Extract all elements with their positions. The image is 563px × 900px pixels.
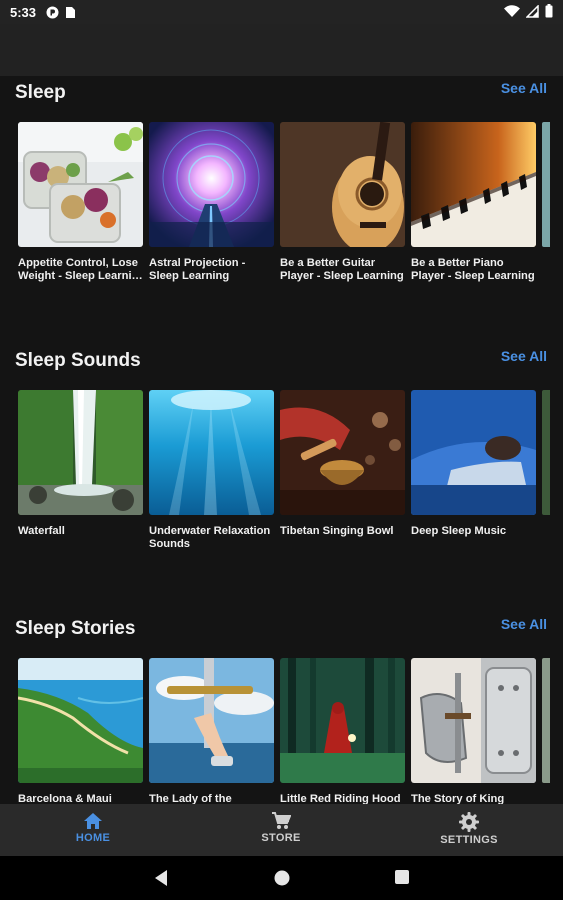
- pocket-casts-icon: [46, 6, 59, 18]
- battery-icon: [545, 4, 553, 18]
- nav-store-label: STORE: [261, 832, 301, 844]
- wifi-icon: [504, 4, 520, 17]
- sleeping-man-image: [411, 390, 536, 515]
- card-row: Appetite Control, Lose Weight - Sleep Le…: [18, 122, 563, 322]
- see-all-button[interactable]: See All: [501, 348, 547, 364]
- nav-home[interactable]: HOME: [38, 810, 148, 844]
- card-guitar[interactable]: Be a Better Guitar Player - Sleep Learni…: [280, 122, 405, 283]
- status-left-icons: [46, 6, 76, 19]
- see-all-button[interactable]: See All: [501, 80, 547, 96]
- peek-next-card: [542, 390, 550, 515]
- home-circle-icon[interactable]: [273, 869, 291, 887]
- sword-lake-image: [149, 658, 274, 783]
- card-caption: Appetite Control, Lose Weight - Sleep Le…: [18, 257, 143, 282]
- card-caption: The Story of King: [411, 793, 505, 804]
- salad-containers-image: [18, 122, 143, 247]
- card-caption: Deep Sleep Music: [411, 525, 507, 537]
- recents-icon[interactable]: [394, 869, 410, 885]
- astral-tunnel-image: [149, 122, 274, 247]
- card-underwater[interactable]: Underwater Relaxation Sounds: [149, 390, 274, 551]
- card-row: Barcelona & Maui The Lady of the Little …: [18, 658, 563, 804]
- see-all-button[interactable]: See All: [501, 616, 547, 632]
- singing-bowl-image: [280, 390, 405, 515]
- nav-home-label: HOME: [75, 832, 111, 844]
- forest-red-cloak-image: [280, 658, 405, 783]
- underwater-image: [149, 390, 274, 515]
- section-sleep: Sleep See All Appetite Control, Lose Wei…: [0, 76, 563, 344]
- card-deep-sleep-music[interactable]: Deep Sleep Music: [411, 390, 536, 538]
- card-singing-bowl[interactable]: Tibetan Singing Bowl: [280, 390, 405, 538]
- card-row: Waterfall Underwater Relaxation Sounds T…: [18, 390, 563, 590]
- nav-settings-label: SETTINGS: [440, 834, 498, 846]
- peek-next-card: [542, 658, 550, 783]
- section-title: Sleep Sounds: [15, 350, 141, 371]
- card-astral-projection[interactable]: Astral Projection - Sleep Learning: [149, 122, 274, 283]
- sim-card-icon: [66, 6, 76, 18]
- app-bar: [0, 24, 563, 76]
- section-sleep-stories: Sleep Stories See All Barcelona & Maui T…: [0, 612, 563, 804]
- back-icon[interactable]: [153, 869, 169, 887]
- card-lady-of-the-lake[interactable]: The Lady of the: [149, 658, 274, 804]
- bottom-navigation: HOME STORE SETTINGS: [0, 804, 563, 856]
- guitar-image: [280, 122, 405, 247]
- knight-armor-image: [411, 658, 536, 783]
- card-caption: Waterfall: [18, 525, 65, 537]
- card-barcelona-maui[interactable]: Barcelona & Maui: [18, 658, 143, 804]
- card-little-red-riding-hood[interactable]: Little Red Riding Hood: [280, 658, 405, 804]
- system-navigation-bar: [0, 856, 563, 900]
- piano-keys-image: [411, 122, 536, 247]
- signal-icon: [526, 4, 539, 18]
- gear-icon: [459, 812, 479, 832]
- card-caption: Be a Better Guitar Player - Sleep Learni…: [280, 257, 404, 282]
- section-title: Sleep: [15, 82, 66, 103]
- status-bar: 5:33: [0, 0, 563, 24]
- card-caption: Tibetan Singing Bowl: [280, 525, 394, 537]
- status-right-icons: [504, 4, 553, 18]
- card-caption: The Lady of the: [149, 793, 232, 804]
- island-coast-image: [18, 658, 143, 783]
- cart-icon: [272, 812, 291, 829]
- card-waterfall[interactable]: Waterfall: [18, 390, 143, 538]
- nav-store[interactable]: STORE: [226, 810, 336, 844]
- card-caption: Little Red Riding Hood: [280, 793, 401, 804]
- status-time: 5:33: [10, 4, 37, 20]
- section-sleep-sounds: Sleep Sounds See All Waterfall Underwate…: [0, 344, 563, 612]
- card-caption: Be a Better Piano Player - Sleep Learnin…: [411, 257, 535, 282]
- card-story-of-king[interactable]: The Story of King: [411, 658, 536, 804]
- section-title: Sleep Stories: [15, 618, 136, 639]
- card-caption: Barcelona & Maui: [18, 793, 112, 804]
- card-caption: Underwater Relaxation Sounds: [149, 525, 271, 550]
- card-piano[interactable]: Be a Better Piano Player - Sleep Learnin…: [411, 122, 536, 283]
- content-scroll[interactable]: Sleep See All Appetite Control, Lose Wei…: [0, 76, 563, 804]
- card-caption: Astral Projection - Sleep Learning: [149, 257, 246, 282]
- waterfall-image: [18, 390, 143, 515]
- peek-next-card: [542, 122, 550, 247]
- nav-settings[interactable]: SETTINGS: [414, 810, 524, 846]
- card-appetite-control[interactable]: Appetite Control, Lose Weight - Sleep Le…: [18, 122, 143, 283]
- home-icon: [84, 813, 102, 829]
